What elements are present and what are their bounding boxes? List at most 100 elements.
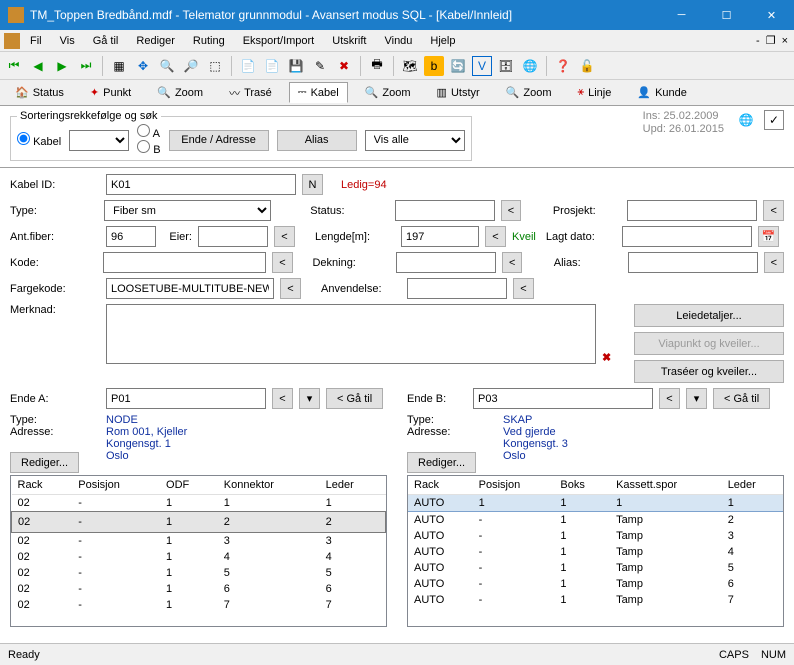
status-lookup[interactable]: <	[501, 200, 522, 221]
alias-lookup[interactable]: <	[764, 252, 784, 273]
menu-hjelp[interactable]: Hjelp	[422, 33, 463, 49]
tool-map-icon[interactable]: 🗺	[400, 56, 420, 76]
tool-db-icon[interactable]: 🗄	[496, 56, 516, 76]
anv-lookup[interactable]: <	[513, 278, 534, 299]
tab-punkt[interactable]: ✦ Punkt	[81, 82, 140, 103]
tool-copy-icon[interactable]: 📄	[238, 56, 258, 76]
mdi-minimize[interactable]: -	[754, 35, 762, 47]
next-icon[interactable]: ▶	[52, 56, 72, 76]
menu-gatil[interactable]: Gå til	[85, 33, 127, 49]
prev-icon[interactable]: ◀	[28, 56, 48, 76]
col-header[interactable]: Konnektor	[218, 476, 320, 495]
ende-b-dd[interactable]: ▾	[686, 388, 707, 409]
table-row[interactable]: 02-144	[12, 549, 386, 565]
tab-zoom-2[interactable]: 🔍 Zoom	[356, 82, 420, 103]
menu-vis[interactable]: Vis	[52, 33, 83, 49]
radio-a[interactable]: A	[137, 124, 160, 140]
kode-lookup[interactable]: <	[272, 252, 292, 273]
btn-traseer[interactable]: Traséer og kveiler...	[634, 360, 784, 383]
menu-eksport[interactable]: Eksport/Import	[235, 33, 323, 49]
col-header[interactable]: Rack	[408, 476, 473, 495]
anv-input[interactable]	[407, 278, 507, 299]
table-row[interactable]: AUTO-1Tamp4	[408, 544, 783, 560]
btn-leiedetaljer[interactable]: Leiedetaljer...	[634, 304, 784, 327]
eier-input[interactable]	[198, 226, 268, 247]
col-header[interactable]: Leder	[320, 476, 386, 495]
col-header[interactable]: Posisjon	[72, 476, 160, 495]
tool-save-icon[interactable]: 💾	[286, 56, 306, 76]
col-header[interactable]: ODF	[160, 476, 218, 495]
tool-swap-icon[interactable]: 🔄	[448, 56, 468, 76]
ende-b-input[interactable]	[473, 388, 653, 409]
clear-merknad-icon[interactable]: ✖	[602, 351, 611, 364]
col-header[interactable]: Kassett.spor	[610, 476, 722, 495]
btn-alias[interactable]: Alias	[277, 130, 357, 151]
lengde-input[interactable]	[401, 226, 479, 247]
eier-lookup[interactable]: <	[274, 226, 295, 247]
kode-input[interactable]	[103, 252, 266, 273]
tab-trase[interactable]: 〰 Trasé	[220, 81, 281, 105]
status-input[interactable]	[395, 200, 495, 221]
prosjekt-input[interactable]	[627, 200, 757, 221]
ende-b-table[interactable]: RackPosisjonBoksKassett.sporLederAUTO111…	[407, 475, 784, 627]
col-header[interactable]: Posisjon	[473, 476, 555, 495]
tool-b-icon[interactable]: b	[424, 56, 444, 76]
tool-zoomin-icon[interactable]: 🔍	[157, 56, 177, 76]
prosjekt-lookup[interactable]: <	[763, 200, 784, 221]
table-row[interactable]: AUTO1111	[408, 495, 783, 512]
tool-edit-icon[interactable]: ✎	[310, 56, 330, 76]
ende-a-gatil[interactable]: < Gå til	[326, 388, 383, 409]
ende-a-lookup[interactable]: <	[272, 388, 293, 409]
dekning-input[interactable]	[396, 252, 496, 273]
farge-lookup[interactable]: <	[280, 278, 301, 299]
type-select[interactable]: Fiber sm	[104, 200, 271, 221]
antfiber-input[interactable]	[106, 226, 156, 247]
tab-kabel[interactable]: ⎓ Kabel	[289, 82, 348, 103]
tab-kunde[interactable]: 👤 Kunde	[628, 82, 696, 103]
maximize-button[interactable]: ☐	[704, 0, 749, 30]
table-row[interactable]: AUTO-1Tamp3	[408, 528, 783, 544]
menu-rediger[interactable]: Rediger	[128, 33, 183, 49]
menu-fil[interactable]: Fil	[22, 33, 50, 49]
ende-b-gatil[interactable]: < Gå til	[713, 388, 770, 409]
close-button[interactable]: ✕	[749, 0, 794, 30]
tool-v-icon[interactable]: V	[472, 56, 492, 76]
radio-kabel[interactable]: Kabel	[17, 132, 61, 148]
ende-a-dd[interactable]: ▾	[299, 388, 320, 409]
menu-vindu[interactable]: Vindu	[376, 33, 420, 49]
dekning-lookup[interactable]: <	[502, 252, 522, 273]
tab-zoom-3[interactable]: 🔍 Zoom	[497, 82, 561, 103]
radio-b[interactable]: B	[137, 140, 160, 156]
minimize-button[interactable]: ─	[659, 0, 704, 30]
table-row[interactable]: AUTO-1Tamp5	[408, 560, 783, 576]
table-row[interactable]: 02-177	[12, 597, 386, 613]
table-row[interactable]: 02-133	[12, 533, 386, 550]
table-row[interactable]: AUTO-1Tamp7	[408, 592, 783, 608]
tab-zoom-1[interactable]: 🔍 Zoom	[148, 82, 212, 103]
col-header[interactable]: Rack	[12, 476, 73, 495]
sort-kabel-select[interactable]	[69, 130, 129, 151]
vis-select[interactable]: Vis alle	[365, 130, 465, 151]
table-row[interactable]: AUTO-1Tamp6	[408, 576, 783, 592]
globe-shortcut-icon[interactable]: 🌐	[736, 110, 756, 130]
lagt-cal-icon[interactable]: 📅	[758, 226, 779, 247]
tool-print-icon[interactable]: 🖶	[367, 56, 387, 76]
ende-b-rediger[interactable]: Rediger...	[407, 452, 476, 473]
check-shortcut-icon[interactable]: ✓	[764, 110, 784, 130]
first-icon[interactable]: ⏮	[4, 56, 24, 76]
last-icon[interactable]: ⏭	[76, 56, 96, 76]
lagt-input[interactable]	[622, 226, 752, 247]
tool-zoomout-icon[interactable]: 🔎	[181, 56, 201, 76]
tool-globe-icon[interactable]: 🌐	[520, 56, 540, 76]
btn-ende-adresse[interactable]: Ende / Adresse	[169, 130, 269, 151]
table-row[interactable]: AUTO-1Tamp2	[408, 512, 783, 529]
tab-status[interactable]: 🏠 Status	[6, 82, 73, 103]
tab-utstyr[interactable]: ▥ Utstyr	[428, 82, 489, 103]
btn-n[interactable]: N	[302, 174, 323, 195]
ende-a-input[interactable]	[106, 388, 266, 409]
farge-input[interactable]	[106, 278, 274, 299]
table-row[interactable]: 02-122	[12, 512, 386, 533]
alias-input[interactable]	[628, 252, 758, 273]
tab-linje[interactable]: ⚹ Linje	[569, 82, 621, 103]
tool-new-icon[interactable]: 📄	[262, 56, 282, 76]
